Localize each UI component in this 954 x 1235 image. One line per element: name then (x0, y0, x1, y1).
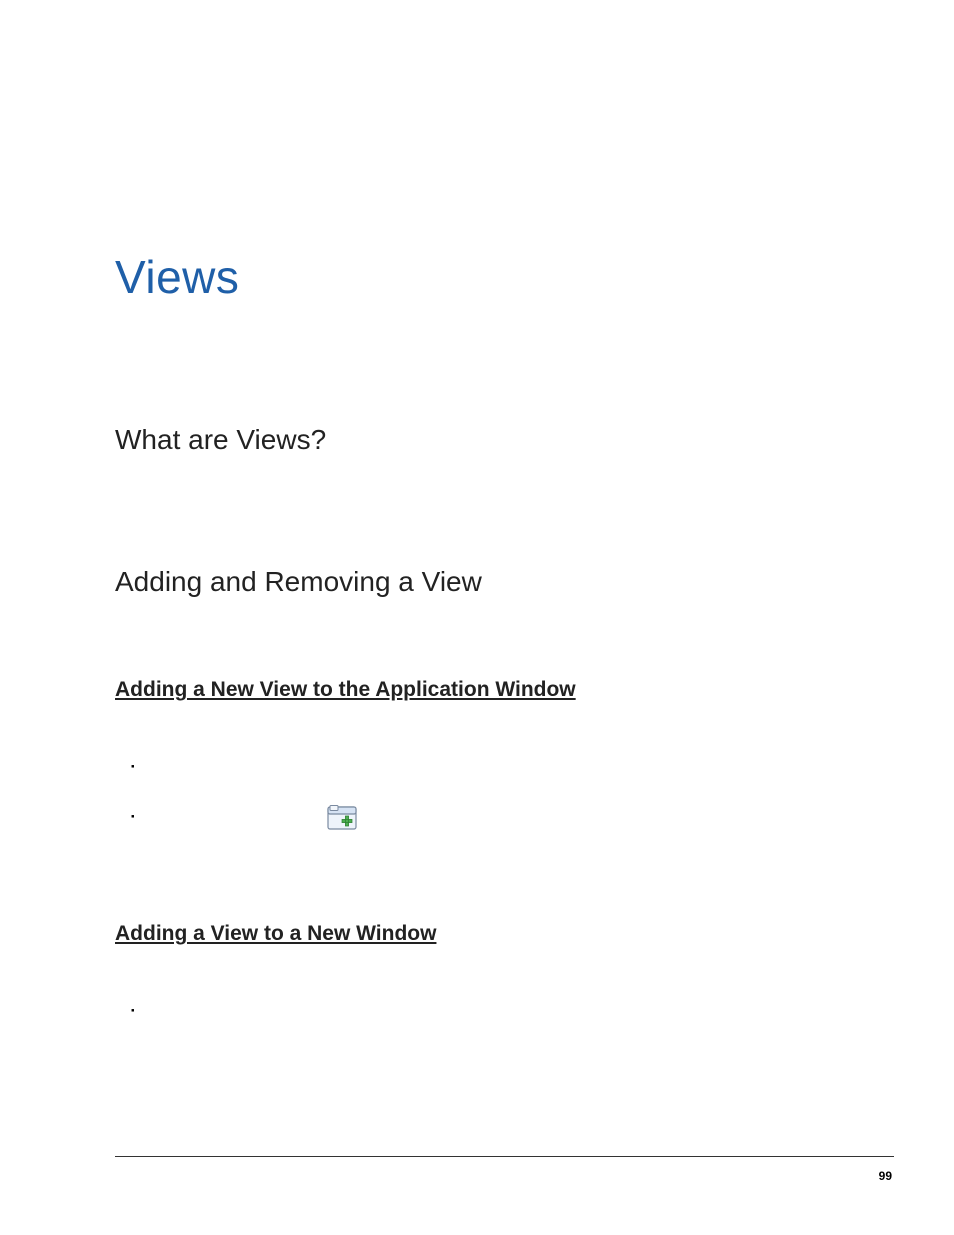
subheading-add-new-window: Adding a View to a New Window (115, 922, 839, 946)
section-heading-what: What are Views? (115, 424, 839, 456)
page-title: Views (115, 250, 839, 304)
subheading-add-app-window: Adding a New View to the Application Win… (115, 678, 839, 702)
list-item (147, 792, 839, 842)
document-page: Views What are Views? Adding and Removin… (0, 0, 954, 1235)
page-number: 99 (879, 1169, 892, 1183)
footer-divider (115, 1156, 894, 1157)
section-heading-addremove: Adding and Removing a View (115, 566, 839, 598)
bullet-list-app-window (115, 742, 839, 842)
bullet-list-new-window (115, 986, 839, 1036)
list-item (147, 742, 839, 792)
add-view-icon (327, 804, 357, 830)
list-item (147, 986, 839, 1036)
